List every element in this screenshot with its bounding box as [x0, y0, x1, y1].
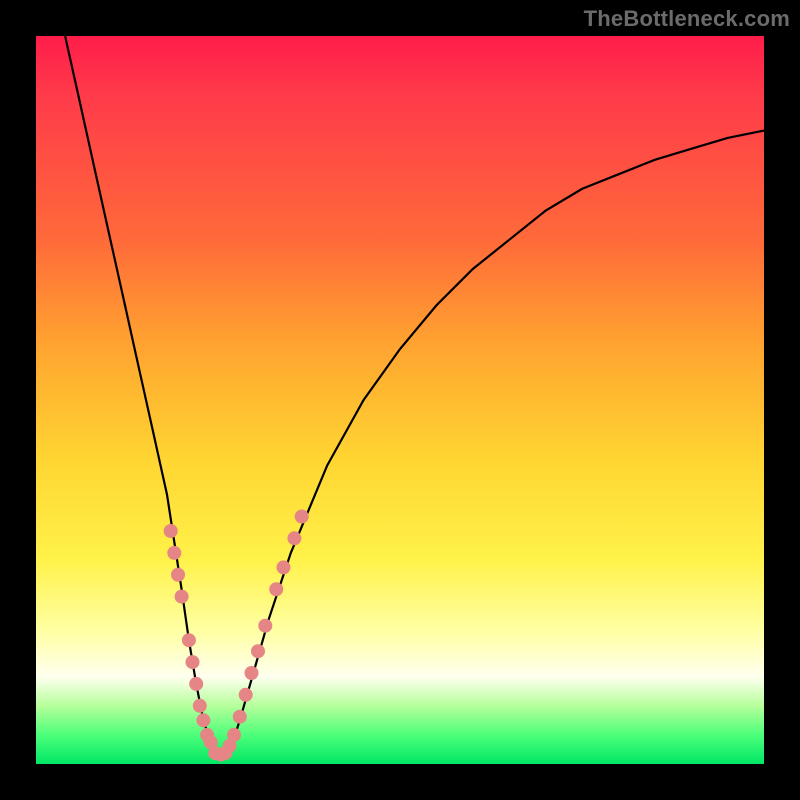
data-marker [269, 582, 283, 596]
data-marker [193, 699, 207, 713]
data-marker [277, 560, 291, 574]
watermark-text: TheBottleneck.com [584, 6, 790, 32]
data-marker [164, 524, 178, 538]
data-marker [227, 728, 241, 742]
data-markers-group [164, 510, 309, 762]
data-marker [189, 677, 203, 691]
data-marker [186, 655, 200, 669]
data-marker [175, 590, 189, 604]
data-marker [196, 713, 210, 727]
curve-layer [36, 36, 764, 764]
data-marker [182, 633, 196, 647]
data-marker [251, 644, 265, 658]
data-marker [171, 568, 185, 582]
gradient-plot-area [36, 36, 764, 764]
data-marker [233, 710, 247, 724]
data-marker [295, 510, 309, 524]
data-marker [167, 546, 181, 560]
data-marker [258, 619, 272, 633]
chart-frame: TheBottleneck.com [0, 0, 800, 800]
data-marker [239, 688, 253, 702]
bottleneck-curve-path [65, 36, 764, 757]
data-marker [245, 666, 259, 680]
data-marker [287, 531, 301, 545]
